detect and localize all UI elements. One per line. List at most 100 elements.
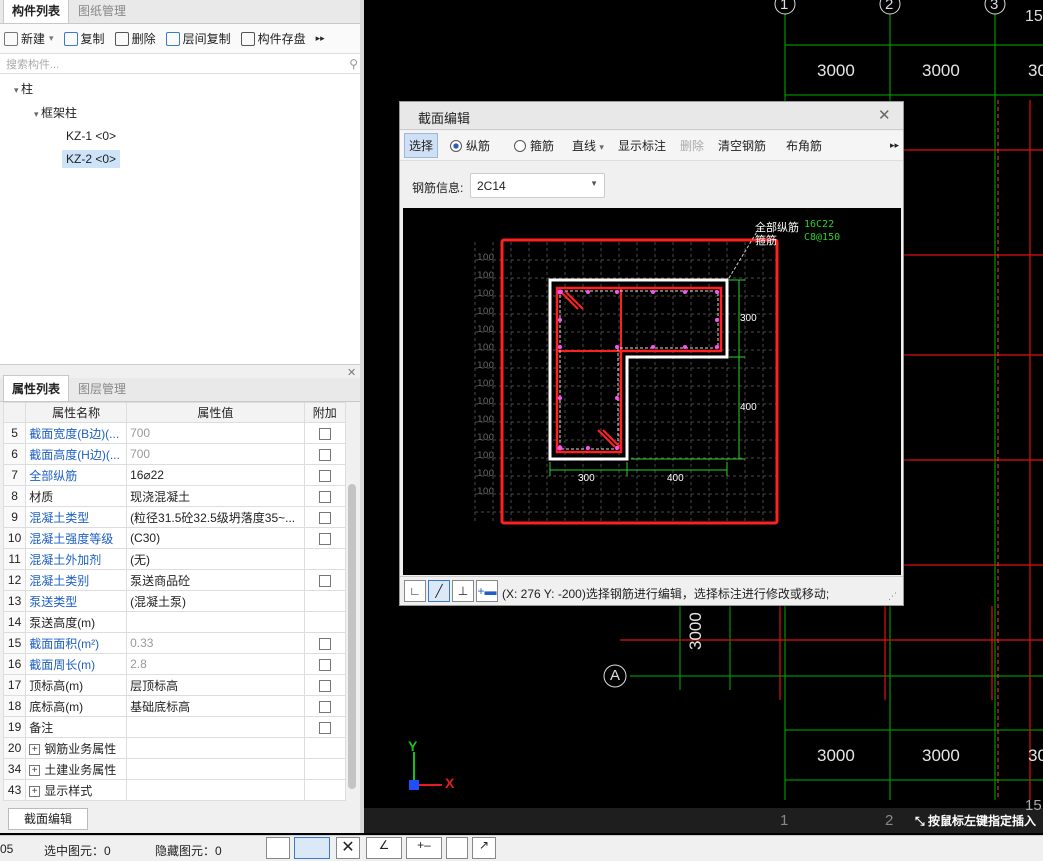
select-button[interactable]: 选择 [404,133,439,158]
tree-node-frame-column[interactable]: ▾ 框架柱 [34,104,77,121]
checkbox[interactable] [318,700,331,713]
floor-copy-button[interactable]: 层间复制 [165,30,231,47]
checkbox[interactable] [318,574,331,587]
tab-component-list[interactable]: 构件列表 [3,0,70,23]
search-bar[interactable]: 搜索构件... ⚲ [0,54,364,74]
display-icon[interactable] [446,837,468,859]
perpendicular-icon[interactable]: ⊥ [452,580,474,602]
table-row[interactable]: 17 顶标高(m) 层顶标高 [3,674,346,696]
close-icon[interactable]: ✕ [878,106,891,124]
tab-property-list[interactable]: 属性列表 [3,375,70,401]
corner-rebar-button[interactable]: 布角筋 [782,134,826,157]
dim-label-400-bottom[interactable]: 400 [667,473,684,484]
table-row[interactable]: 9 混凝土类型 (粒径31.5砼32.5级坍落度35~... [3,506,346,528]
tree-item-kz1[interactable]: KZ-1 <0> [66,129,116,143]
table-row[interactable]: 15 截面面积(m²) 0.33 [3,632,346,654]
section-edit-button[interactable]: 截面编辑 [8,808,88,830]
clear-rebar-button[interactable]: 清空钢筋 [714,134,770,157]
search-icon[interactable]: ⚲ [349,57,358,71]
ortho-icon[interactable] [266,837,290,859]
checkbox[interactable] [318,658,331,671]
legend-value-stirrup[interactable]: C8@150 [804,232,840,243]
table-row[interactable]: 43 + 显示样式 [3,779,346,801]
snap-icon[interactable] [294,837,330,859]
radio-unchecked-icon[interactable] [514,139,527,152]
radio-stirrup[interactable]: 箍筋 [514,137,554,154]
search-input[interactable]: 搜索构件... [6,56,59,72]
dim-top-1: 3000 [817,61,855,80]
ortho-icon[interactable]: ∟ [404,580,426,602]
tree-item-kz2[interactable]: KZ-2 <0> [62,150,121,168]
table-row[interactable]: 7 全部纵筋 16⌀22 [3,464,346,486]
more-icon[interactable]: ▸▸ [890,140,899,151]
dim-plus-icon[interactable]: +– [406,837,442,859]
new-button[interactable]: 新建 ▾ [4,30,54,47]
more-toolbar-button[interactable]: ▸▸ [316,33,325,44]
radio-checked-icon[interactable] [450,139,463,152]
table-row[interactable]: 16 截面周长(m) 2.8 [3,653,346,675]
angle-icon[interactable]: ∠ [366,837,402,859]
x-axis-label: X [445,775,455,791]
rebar-info-select[interactable]: 2C14 ▼ [470,173,605,198]
table-row[interactable]: 12 混凝土类别 泵送商品砼 [3,569,346,591]
table-row[interactable]: 5 截面宽度(B边)(... 700 [3,422,346,444]
table-row[interactable]: 18 底标高(m) 基础底标高 [3,695,346,717]
copy-button[interactable]: 复制 [63,30,105,47]
dim-label-300-bottom[interactable]: 300 [578,473,595,484]
delete-button[interactable]: 删除 [114,30,156,47]
show-dim-button[interactable]: 显示标注 [614,134,670,157]
scrollbar-thumb[interactable] [348,484,356,789]
dialog-toolbar: 选择 纵筋 箍筋 直线 ▾ 显示标注 删除 清空钢筋 布角筋 ▸▸ [400,131,903,161]
table-row[interactable]: 19 备注 [3,716,346,738]
dropdown-arrow-icon: ▾ [49,33,54,43]
tree-node-column[interactable]: ▾ 柱 [14,80,33,97]
svg-text:100: 100 [477,289,494,299]
checkbox[interactable] [318,532,331,545]
slope-line-icon[interactable]: ╱ [428,580,450,602]
tab-layer-manage[interactable]: 图层管理 [69,375,135,401]
component-tabs: 构件列表 图纸管理 [0,0,364,24]
status-hidden: 隐藏图元：0 [155,844,222,858]
cross-icon[interactable]: ✕ [336,837,360,859]
expand-plus-icon[interactable]: + [29,743,41,755]
radio-longitudinal[interactable]: 纵筋 [450,137,490,154]
line-dropdown[interactable]: 直线 ▾ [568,134,608,157]
save-component-button[interactable]: 构件存盘 [240,30,306,47]
dialog-titlebar[interactable]: 截面编辑 ✕ [400,102,903,130]
dim-label-400-right[interactable]: 400 [740,402,757,413]
expand-arrow-icon[interactable]: ▾ [34,109,41,119]
legend-value-longitudinal[interactable]: 16C22 [804,219,834,230]
dim-label-300-right[interactable]: 300 [740,313,757,324]
expand-plus-icon[interactable]: + [29,764,41,776]
table-row[interactable]: 10 混凝土强度等级 (C30) [3,527,346,549]
checkbox[interactable] [318,448,331,461]
table-row[interactable]: 11 混凝土外加剂 (无) [3,548,346,570]
table-row[interactable]: 13 泵送类型 (混凝土泵) [3,590,346,612]
table-row[interactable]: 6 截面高度(H边)(... 700 [3,443,346,465]
checkbox[interactable] [318,511,331,524]
expand-plus-icon[interactable]: + [29,785,41,797]
checkbox[interactable] [318,637,331,650]
table-row[interactable]: 14 泵送高度(m) [3,611,346,633]
row-num-header [3,402,27,423]
tab-drawing-manage[interactable]: 图纸管理 [69,0,135,23]
dim-bottom-3: 30 [1028,746,1043,765]
checkbox[interactable] [318,679,331,692]
add-dim-icon[interactable]: +▬ [476,580,498,602]
checkbox[interactable] [318,490,331,503]
expand-arrow-icon[interactable]: ▾ [14,85,21,95]
checkbox[interactable] [318,427,331,440]
section-canvas[interactable]: 100 100 100 100 100 100 100 100 100 100 100 100 1… [403,208,901,575]
checkbox[interactable] [318,469,331,482]
table-row[interactable]: 34 + 土建业务属性 [3,758,346,780]
resize-grip-icon[interactable]: ⋰ [888,591,897,602]
section-edit-dialog: 截面编辑 ✕ 选择 纵筋 箍筋 直线 ▾ 显示标注 删除 清空钢筋 布角筋 ▸▸… [399,101,904,606]
legend-label-stirrup: 箍筋 [755,235,777,247]
table-row[interactable]: 20 + 钢筋业务属性 [3,737,346,759]
table-row[interactable]: 8 材质 现浇混凝土 [3,485,346,507]
arc-icon[interactable]: ↗ [472,837,496,859]
property-table: 属性名称 属性值 附加 5 截面宽度(B边)(... 700 6 截面高度(H边)(.… [3,402,346,801]
property-scrollbar[interactable] [346,424,358,801]
delete-button[interactable]: 删除 [676,134,708,157]
checkbox[interactable] [318,721,331,734]
